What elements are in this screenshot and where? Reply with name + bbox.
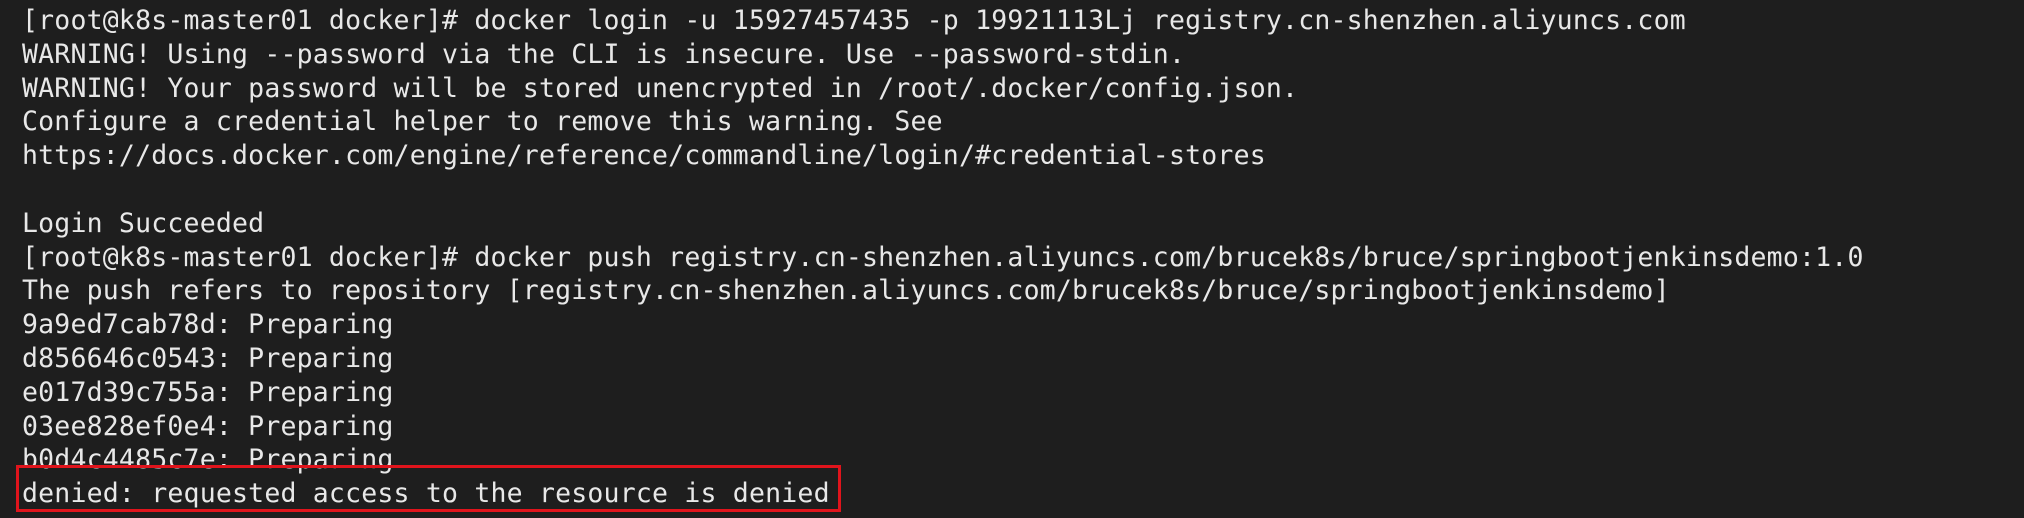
terminal-line-login-command: [root@k8s-master01 docker]# docker login… — [22, 5, 1686, 36]
terminal-line-warning-unencrypted: WARNING! Your password will be stored un… — [22, 72, 1299, 104]
terminal-line-layer-preparing: 9a9ed7cab78d: Preparing — [22, 309, 394, 341]
terminal-line-denied-error: denied: requested access to the resource… — [22, 478, 830, 510]
terminal-window[interactable]: [root@k8s-master01 docker]# docker login… — [0, 0, 2024, 518]
terminal-line-login-succeeded: Login Succeeded — [22, 207, 265, 239]
terminal-line-credential-helper: Configure a credential helper to remove … — [22, 106, 943, 138]
terminal-line-push-repository: The push refers to repository [registry.… — [22, 275, 1670, 307]
terminal-line-docs-url: https://docs.docker.com/engine/reference… — [22, 140, 1266, 172]
terminal-line-layer-preparing: b0d4c4485c7e: Preparing — [22, 444, 394, 476]
terminal-line-layer-preparing: d856646c0543: Preparing — [22, 342, 394, 374]
terminal-line-push-command: [root@k8s-master01 docker]# docker push … — [22, 241, 1864, 273]
terminal-output: [root@k8s-master01 docker]# docker login… — [22, 4, 1864, 511]
terminal-line-layer-preparing: 03ee828ef0e4: Preparing — [22, 410, 394, 442]
terminal-line-layer-preparing: e017d39c755a: Preparing — [22, 376, 394, 408]
terminal-line-warning-password-cli: WARNING! Using --password via the CLI is… — [22, 38, 1186, 70]
